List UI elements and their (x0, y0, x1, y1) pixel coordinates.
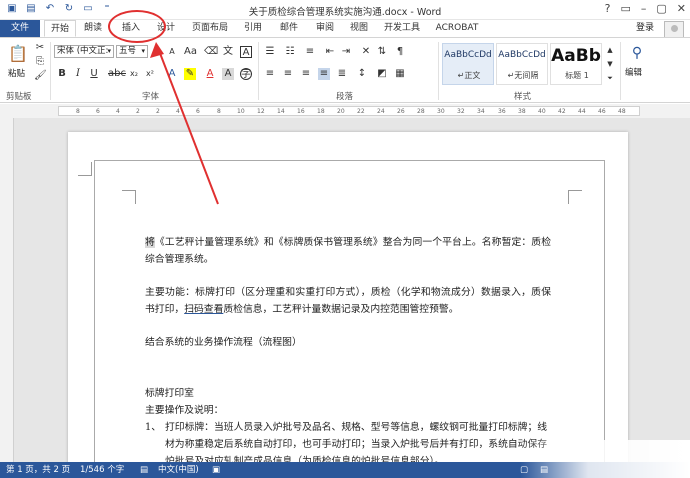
macro-icon[interactable]: ▣ (212, 462, 220, 478)
annotation-arrow (150, 42, 219, 205)
word-count[interactable]: 1/546 个字 (80, 462, 124, 478)
proofing-icon[interactable]: ▤ (140, 462, 148, 478)
language[interactable]: 中文(中国) (158, 462, 199, 478)
page-count[interactable]: 第 1 页，共 2 页 (6, 462, 70, 478)
corner-fade (520, 440, 690, 478)
